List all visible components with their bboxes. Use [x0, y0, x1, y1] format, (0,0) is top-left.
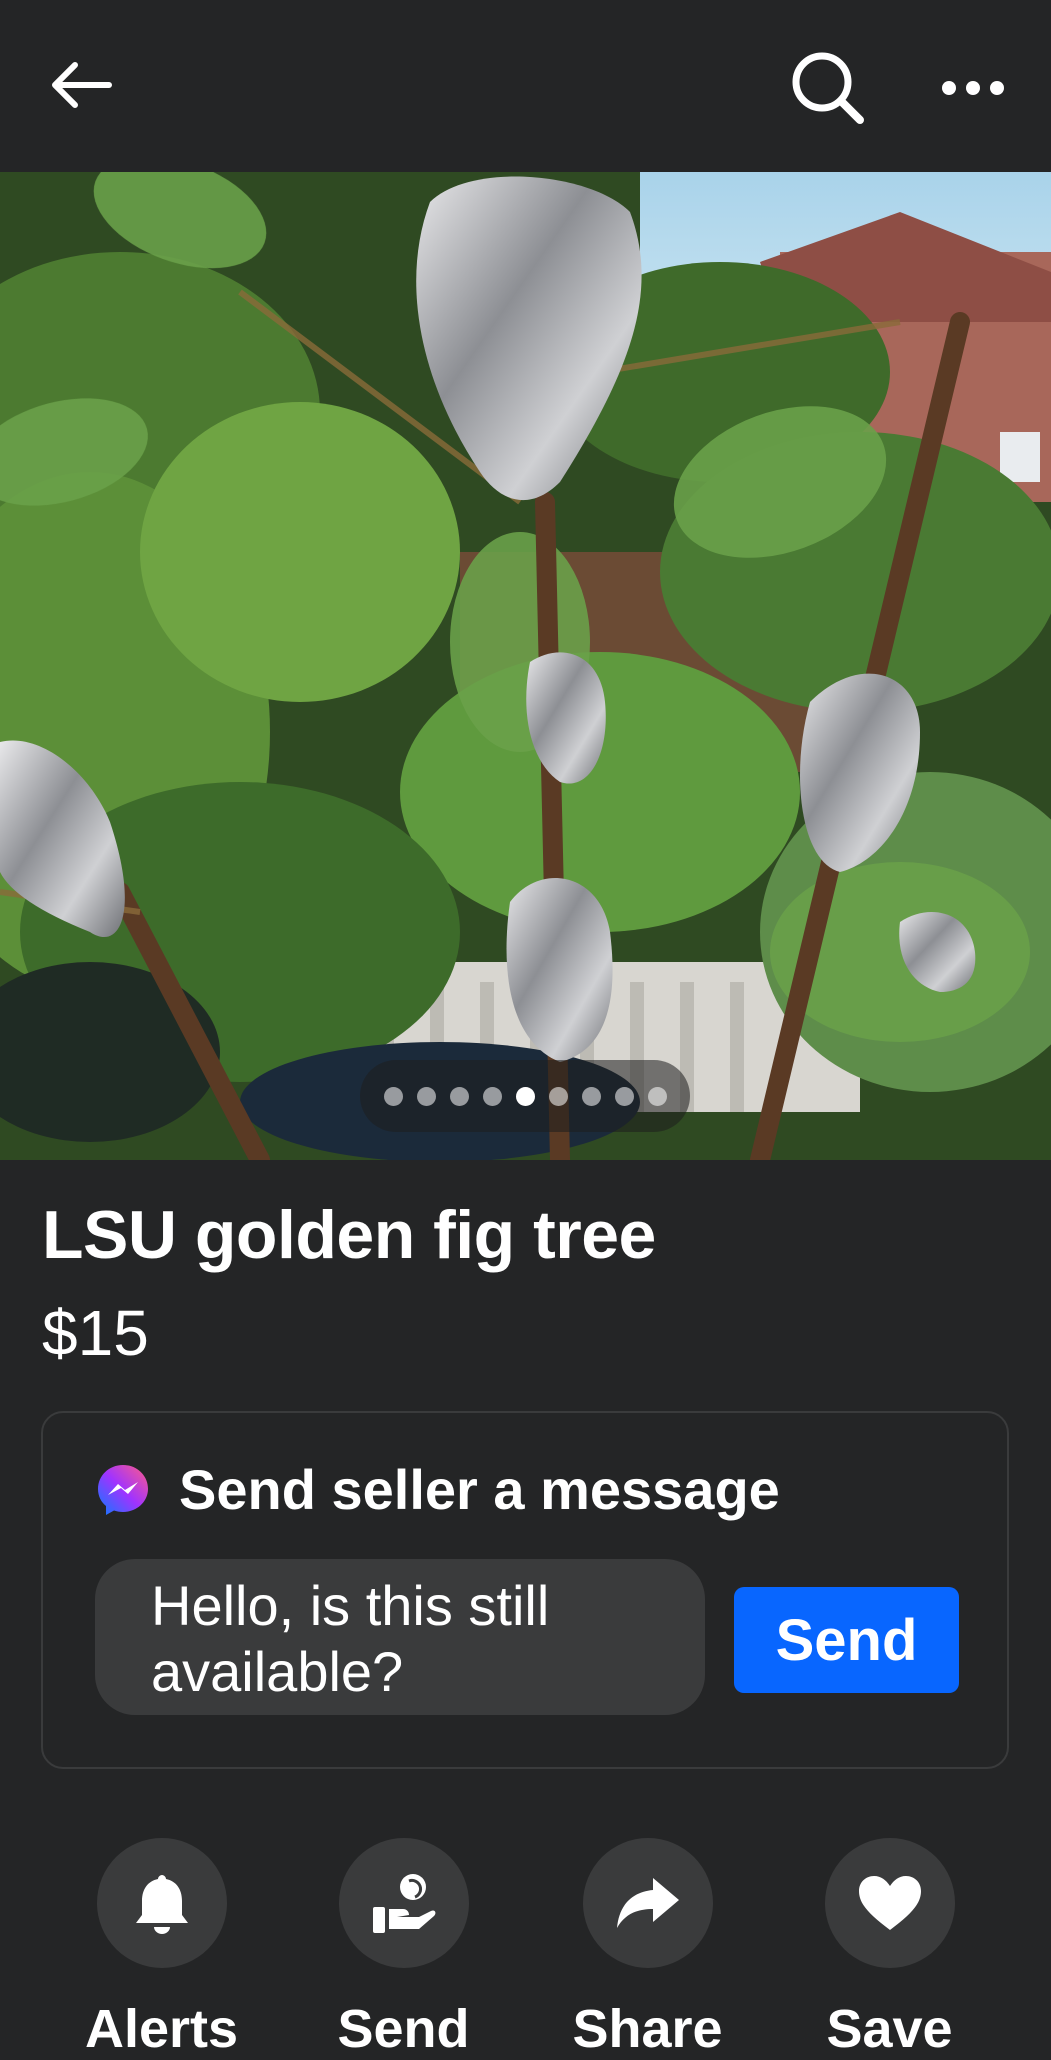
pager-dot: [416, 1086, 436, 1106]
search-icon: [792, 52, 864, 124]
message-header-label: Send seller a message: [179, 1458, 780, 1521]
pager-dot: [548, 1086, 568, 1106]
back-arrow-icon: [52, 62, 112, 108]
pager-dot: [614, 1086, 634, 1106]
heart-icon: [858, 1876, 921, 1930]
message-seller-card: Send seller a message Hello, is this sti…: [41, 1411, 1009, 1769]
send-to-friend-icon: [372, 1874, 435, 1933]
pager-dot-active: [515, 1086, 535, 1106]
search-button[interactable]: [778, 38, 878, 138]
pager-dot: [449, 1086, 469, 1106]
share-label: Share: [572, 1999, 723, 2059]
more-dots-icon: [942, 81, 1004, 95]
share-arrow-icon: [616, 1878, 679, 1928]
photo-pager[interactable]: [360, 1060, 690, 1132]
pager-dot: [383, 1086, 403, 1106]
save-label: Save: [826, 1999, 953, 2059]
send-message-button[interactable]: Send: [734, 1587, 959, 1693]
more-options-button[interactable]: [923, 38, 1023, 138]
alerts-label: Alerts: [84, 1999, 239, 2059]
share-button-circle: [582, 1838, 713, 1968]
alerts-button-circle: [96, 1838, 227, 1968]
action-bar: Alerts Send Share Save: [0, 1838, 1051, 2059]
listing-title: LSU golden fig tree: [42, 1197, 656, 1273]
send-label: Send: [337, 1999, 470, 2059]
bell-icon: [135, 1875, 188, 1934]
pager-dot: [581, 1086, 601, 1106]
messenger-icon: [98, 1464, 148, 1515]
save-button[interactable]: Save: [768, 1838, 1011, 2060]
save-button-circle: [824, 1838, 955, 1968]
alerts-button[interactable]: Alerts: [40, 1838, 283, 2060]
share-button[interactable]: Share: [526, 1838, 769, 2060]
back-button[interactable]: [30, 40, 130, 130]
pager-dot: [482, 1086, 502, 1106]
message-header: Send seller a message: [95, 1457, 780, 1522]
listing-photo[interactable]: [0, 172, 1051, 1160]
pager-dot: [647, 1086, 667, 1106]
message-input[interactable]: Hello, is this still available?: [95, 1559, 705, 1715]
send-to-friend-button[interactable]: Send: [282, 1838, 525, 2060]
listing-price: $15: [42, 1297, 149, 1369]
listing-photo-image: [0, 172, 1051, 1160]
top-bar: [0, 0, 1051, 172]
send-button-circle: [338, 1838, 469, 1968]
